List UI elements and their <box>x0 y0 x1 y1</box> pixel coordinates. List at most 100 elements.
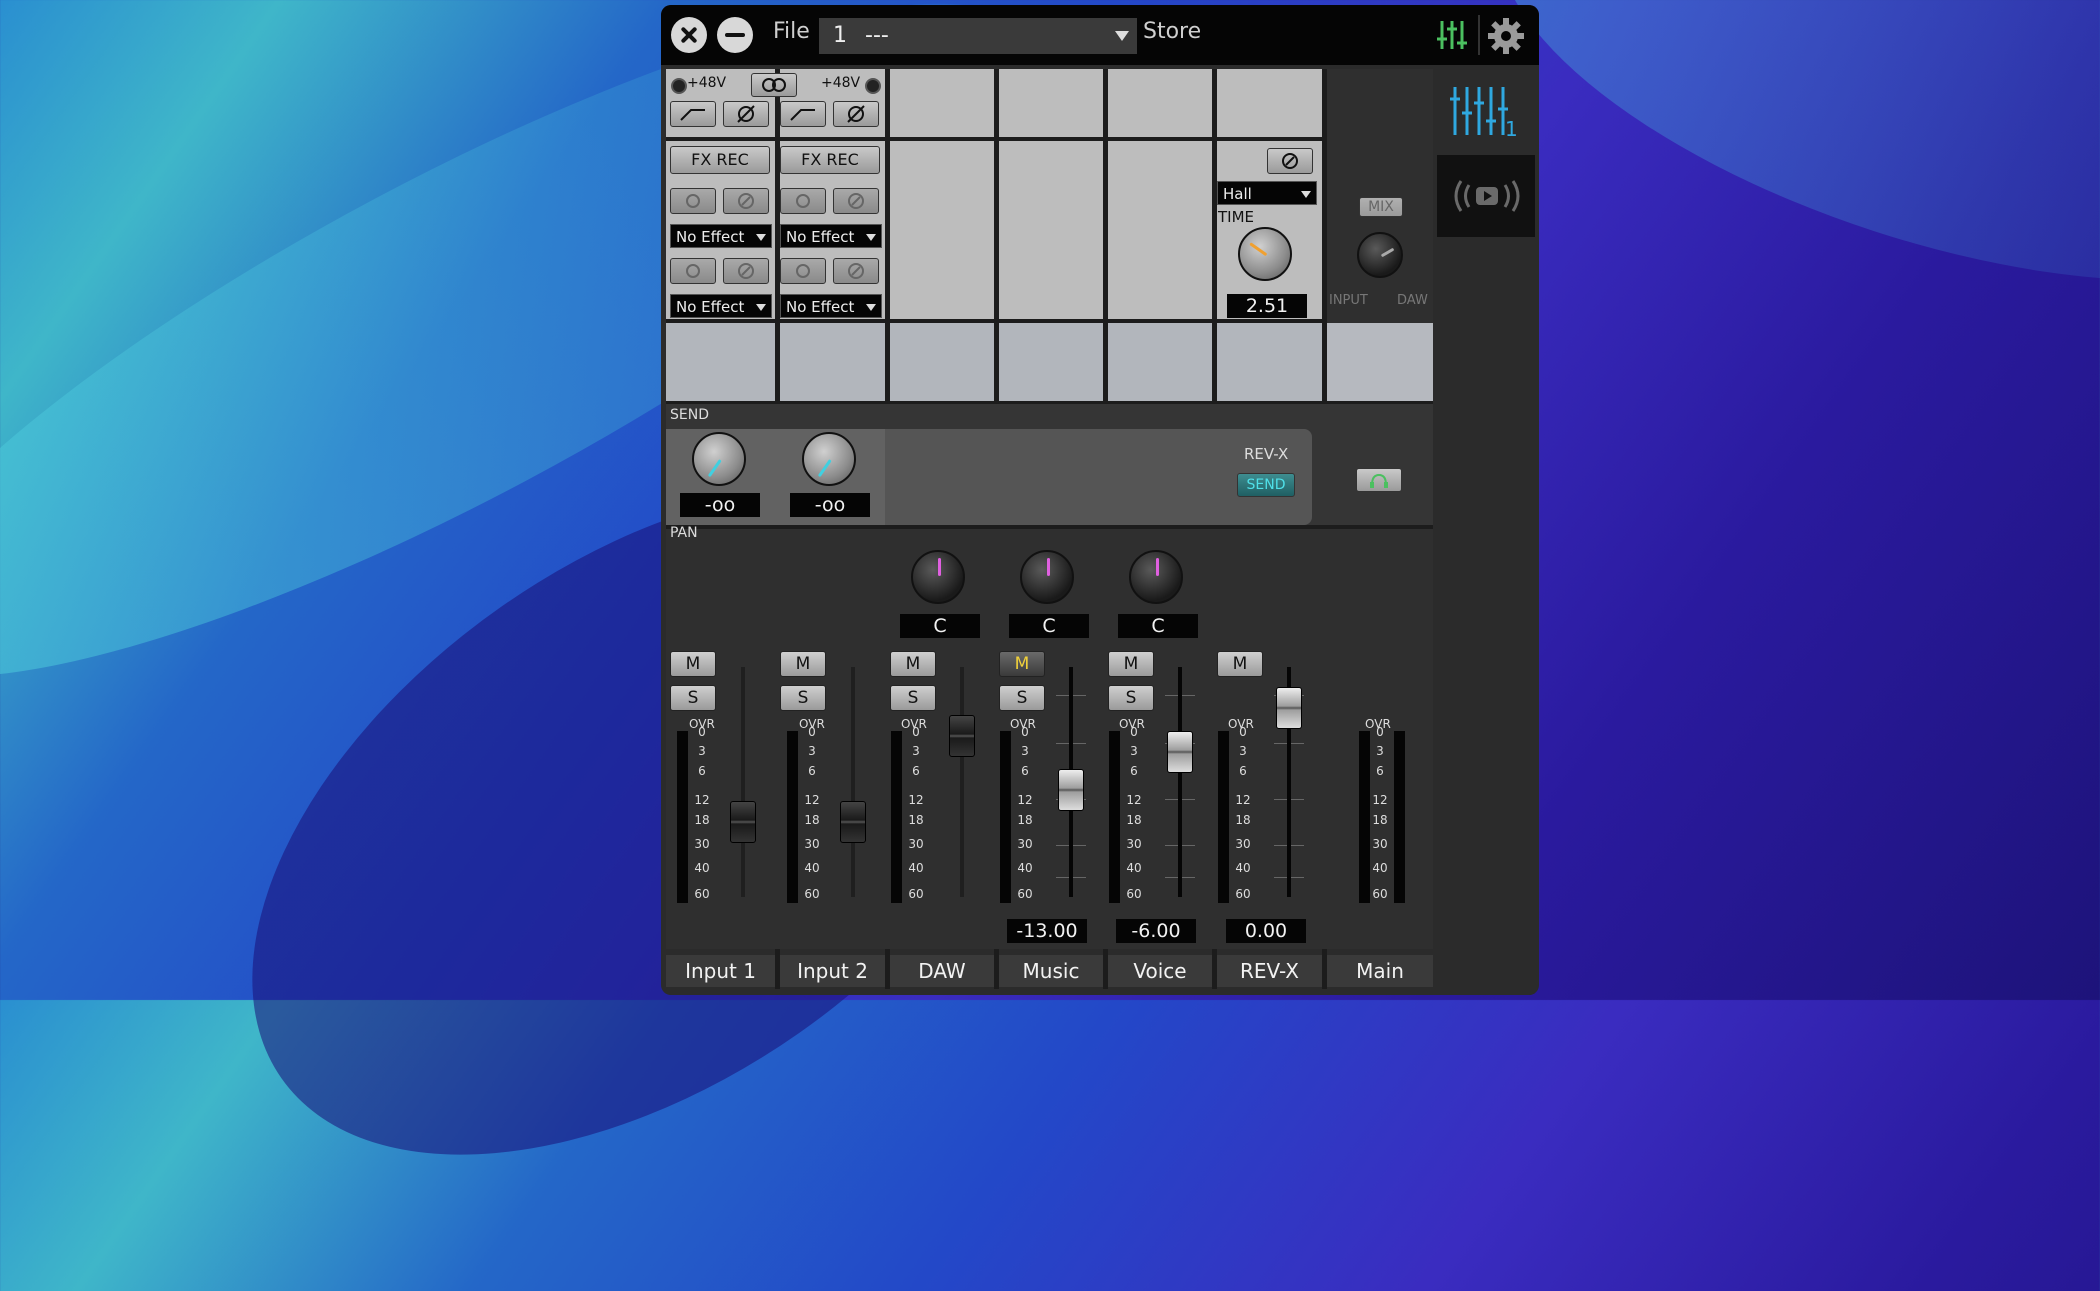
level-meter <box>1109 731 1120 903</box>
channel-name-daw: DAW <box>890 955 994 987</box>
gear-icon[interactable] <box>1487 17 1525 55</box>
channel-name-voice: Voice <box>1108 955 1212 987</box>
send-label: SEND <box>670 407 709 423</box>
fx-edit-button[interactable] <box>723 188 769 214</box>
channel-name-input-2: Input 2 <box>780 955 885 987</box>
headphone-icon <box>1370 473 1388 488</box>
chevron-down-icon <box>1115 31 1129 41</box>
mute-button-input-2[interactable]: M <box>780 651 826 677</box>
fader-track-input-1 <box>741 667 745 897</box>
store-button[interactable]: Store <box>1143 19 1201 44</box>
mixer-app-icon[interactable] <box>1436 17 1472 53</box>
stereo-link-button[interactable] <box>751 73 797 97</box>
effect-select[interactable]: No Effect <box>780 224 882 248</box>
power-icon <box>686 264 700 278</box>
solo-button-music[interactable]: S <box>999 685 1045 711</box>
effect-select[interactable]: No Effect <box>670 294 772 318</box>
effect-select[interactable]: No Effect <box>670 224 772 248</box>
reverb-time-value: 2.51 <box>1227 294 1307 318</box>
reverb-edit-button[interactable] <box>1267 148 1313 174</box>
chevron-down-icon <box>756 234 766 241</box>
fx-power-button[interactable] <box>780 258 826 284</box>
chevron-down-icon <box>1301 191 1311 198</box>
phase-button-1[interactable] <box>723 101 769 127</box>
fader-input-2[interactable] <box>840 801 866 843</box>
pan-value-voice: C <box>1118 614 1198 638</box>
level-meter <box>1000 731 1011 903</box>
fader-daw[interactable] <box>949 715 975 757</box>
fader-track-input-2 <box>851 667 855 897</box>
tab-mixer[interactable]: 1 <box>1437 69 1535 155</box>
effect-select[interactable]: No Effect <box>780 294 882 318</box>
effect-select-value: No Effect <box>676 298 745 316</box>
mute-button-input-1[interactable]: M <box>670 651 716 677</box>
scene-select[interactable]: 1 --- <box>819 18 1137 54</box>
send-knob-1[interactable] <box>692 432 746 486</box>
minimize-button[interactable] <box>717 17 753 53</box>
effect-select-value: No Effect <box>786 228 855 246</box>
fader-value-revx: 0.00 <box>1226 919 1306 943</box>
fx-power-button[interactable] <box>780 188 826 214</box>
power-icon <box>796 194 810 208</box>
fader-revx[interactable] <box>1276 687 1302 729</box>
send-value-1: -oo <box>680 493 760 517</box>
phantom-led[interactable] <box>865 78 881 94</box>
level-meter <box>891 731 902 903</box>
fader-input-1[interactable] <box>730 801 756 843</box>
headphone-button[interactable] <box>1356 468 1402 492</box>
tab-broadcast[interactable] <box>1437 155 1535 237</box>
solo-button-input-1[interactable]: S <box>670 685 716 711</box>
fx-rec-button-2[interactable]: FX REC <box>780 146 880 174</box>
pan-label: PAN <box>670 525 698 541</box>
phantom-label-2: +48V <box>821 75 861 91</box>
mix-button[interactable]: MIX <box>1359 197 1403 217</box>
mute-button-revx[interactable]: M <box>1217 651 1263 677</box>
daw-label: DAW <box>1397 293 1428 308</box>
file-label[interactable]: File <box>773 19 810 44</box>
fx-rec-button-1[interactable]: FX REC <box>670 146 770 174</box>
fader-value-voice: -6.00 <box>1116 919 1196 943</box>
fx-power-button[interactable] <box>670 258 716 284</box>
mute-button-daw[interactable]: M <box>890 651 936 677</box>
hpf-button-2[interactable] <box>780 101 826 127</box>
phantom-led[interactable] <box>671 78 687 94</box>
pan-knob-music[interactable] <box>1020 550 1074 604</box>
chevron-down-icon <box>756 304 766 311</box>
pan-knob-daw[interactable] <box>911 550 965 604</box>
revx-send-button[interactable]: SEND <box>1237 473 1295 497</box>
fader-music[interactable] <box>1058 769 1084 811</box>
mute-button-music[interactable]: M <box>999 651 1045 677</box>
fx-edit-button[interactable] <box>833 258 879 284</box>
fx-power-button[interactable] <box>670 188 716 214</box>
level-meter <box>787 731 798 903</box>
chevron-down-icon <box>866 304 876 311</box>
send-value-2: -oo <box>790 493 870 517</box>
solo-button-input-2[interactable]: S <box>780 685 826 711</box>
hpf-button-1[interactable] <box>670 101 716 127</box>
chevron-down-icon <box>866 234 876 241</box>
channel-name-music: Music <box>999 955 1103 987</box>
pan-knob-voice[interactable] <box>1129 550 1183 604</box>
level-meter <box>677 731 688 903</box>
fx-edit-button[interactable] <box>833 188 879 214</box>
edit-icon <box>848 263 864 279</box>
solo-button-daw[interactable]: S <box>890 685 936 711</box>
monitor-mix-knob[interactable] <box>1357 232 1403 278</box>
channel-name-input-1: Input 1 <box>666 955 775 987</box>
level-meter <box>1218 731 1229 903</box>
phase-button-2[interactable] <box>833 101 879 127</box>
pan-value-music: C <box>1009 614 1089 638</box>
input-label: INPUT <box>1329 293 1368 308</box>
fx-edit-button[interactable] <box>723 258 769 284</box>
send-knob-2[interactable] <box>802 432 856 486</box>
fader-voice[interactable] <box>1167 731 1193 773</box>
revx-send-title: REV-X <box>1244 445 1289 463</box>
mute-button-voice[interactable]: M <box>1108 651 1154 677</box>
solo-button-voice[interactable]: S <box>1108 685 1154 711</box>
reverb-time-label: TIME <box>1218 208 1255 226</box>
reverb-type-select[interactable]: Hall <box>1217 181 1317 205</box>
channel-name-revx: REV-X <box>1217 955 1322 987</box>
reverb-time-knob[interactable] <box>1238 227 1292 281</box>
close-button[interactable] <box>671 17 707 53</box>
scene-number: 1 <box>833 23 847 48</box>
